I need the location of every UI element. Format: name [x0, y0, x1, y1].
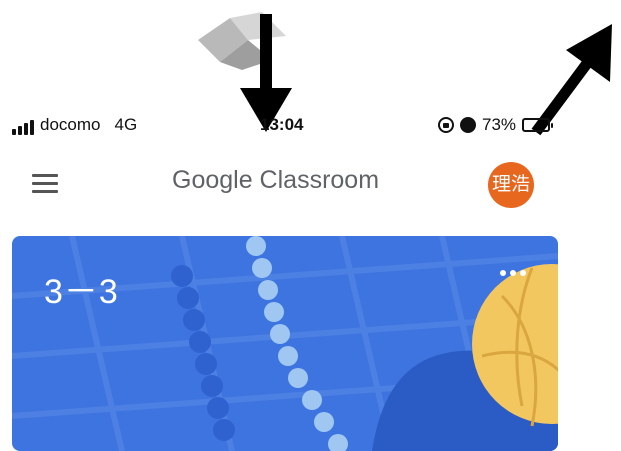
status-bar: docomo 4G 13:04 73% [0, 110, 621, 140]
menu-icon[interactable] [32, 174, 58, 193]
more-options-icon[interactable] [500, 270, 526, 276]
battery-percent: 73% [482, 115, 517, 134]
status-time: 13:04 [260, 115, 304, 134]
alarm-icon [460, 117, 476, 133]
status-right: 73% [438, 115, 554, 135]
orientation-lock-icon [438, 117, 454, 133]
class-name: 3－3 [44, 273, 119, 311]
battery-icon [522, 118, 554, 132]
network-label: 4G [114, 115, 138, 134]
carrier-label: docomo [40, 115, 101, 134]
status-left: docomo 4G [12, 115, 137, 135]
app-bar: Google Classroom 理浩 [0, 150, 621, 214]
class-card[interactable]: 3－3 [12, 236, 558, 451]
app-title: Google Classroom [172, 166, 380, 194]
signal-icon [12, 120, 34, 135]
avatar[interactable]: 理浩 [488, 162, 534, 208]
